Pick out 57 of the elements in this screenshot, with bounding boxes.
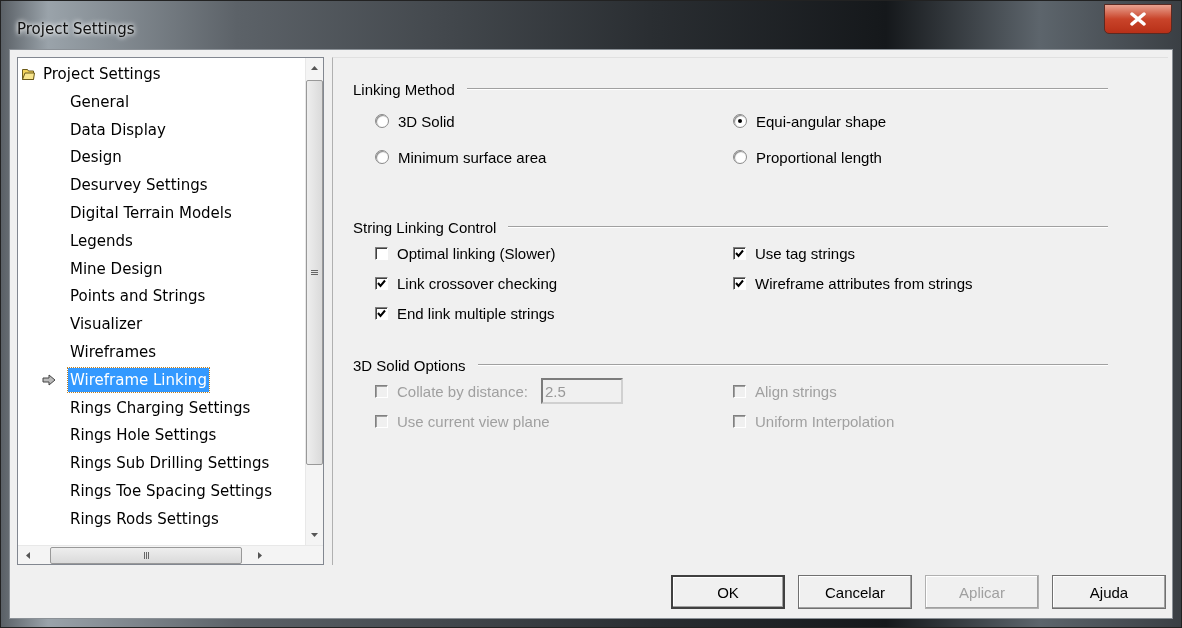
tree-item[interactable]: Visualizer	[68, 312, 145, 337]
radio-button[interactable]	[733, 150, 747, 164]
close-button[interactable]	[1104, 4, 1172, 34]
dialog-button[interactable]: Ajuda	[1052, 575, 1166, 609]
tree-item[interactable]: Data Display	[68, 117, 168, 142]
tree-item[interactable]: General	[68, 89, 132, 114]
option-label: Minimum surface area	[398, 148, 547, 166]
option-label: Align strings	[755, 382, 837, 400]
tree-item[interactable]: Desurvey Settings	[68, 173, 210, 198]
tree-item[interactable]: Rings Rods Settings	[68, 506, 221, 531]
grip-icon	[311, 269, 318, 276]
tree-item[interactable]: Design	[68, 145, 124, 170]
grip-icon	[142, 551, 150, 559]
tree-item[interactable]: Points and Strings	[68, 284, 208, 309]
option-label: Equi-angular shape	[756, 112, 887, 130]
tree-item[interactable]: Legends	[68, 228, 135, 253]
tree-item[interactable]: Digital Terrain Models	[68, 201, 234, 226]
dialog-button[interactable]: Cancelar	[798, 575, 912, 609]
checkbox[interactable]	[733, 276, 746, 290]
option-label: Uniform Interpolation	[755, 412, 895, 430]
checkbox[interactable]	[375, 246, 388, 260]
checkbox[interactable]	[375, 306, 388, 320]
tree-item[interactable]: Mine Design	[68, 256, 165, 281]
folder-icon	[22, 68, 35, 80]
horizontal-scrollbar[interactable]	[18, 545, 323, 564]
group-title: Linking Method	[353, 80, 455, 98]
arrow-icon	[42, 373, 56, 386]
radio-button[interactable]	[733, 114, 747, 128]
option-label: Optimal linking (Slower)	[397, 244, 556, 262]
option-label: Proportional length	[756, 148, 882, 166]
caret-left-icon[interactable]	[26, 551, 30, 559]
vertical-scrollbar[interactable]	[305, 58, 323, 545]
caret-up-icon[interactable]	[311, 66, 318, 70]
checkbox[interactable]	[375, 276, 388, 290]
dialog-button[interactable]: OK	[671, 575, 785, 609]
option-label: Use tag strings	[755, 244, 856, 262]
radio-button[interactable]	[375, 150, 389, 164]
window-title: Project Settings	[16, 20, 135, 38]
group-title: 3D Solid Options	[353, 356, 466, 374]
group-title: String Linking Control	[353, 218, 497, 236]
tree-item[interactable]: Rings Charging Settings	[68, 395, 253, 420]
tree-item[interactable]: Rings Toe Spacing Settings	[68, 479, 274, 504]
tree-item[interactable]: Wireframes	[68, 340, 159, 365]
caret-right-icon[interactable]	[258, 551, 262, 559]
option-label: End link multiple strings	[397, 304, 555, 322]
checkbox[interactable]	[733, 246, 746, 260]
option-label: 3D Solid	[398, 112, 455, 130]
tree-item[interactable]: Rings Sub Drilling Settings	[68, 451, 272, 476]
option-label: Wireframe attributes from strings	[755, 274, 973, 292]
option-label: Collate by distance:	[397, 382, 528, 400]
close-icon	[1129, 12, 1147, 26]
tree-item[interactable]: Project Settings	[41, 62, 163, 86]
option-label: Use current view plane	[397, 412, 550, 430]
option-label: Link crossover checking	[397, 274, 558, 292]
radio-button[interactable]	[375, 114, 389, 128]
caret-down-icon[interactable]	[311, 533, 318, 537]
tree-item[interactable]: Rings Hole Settings	[68, 423, 219, 448]
